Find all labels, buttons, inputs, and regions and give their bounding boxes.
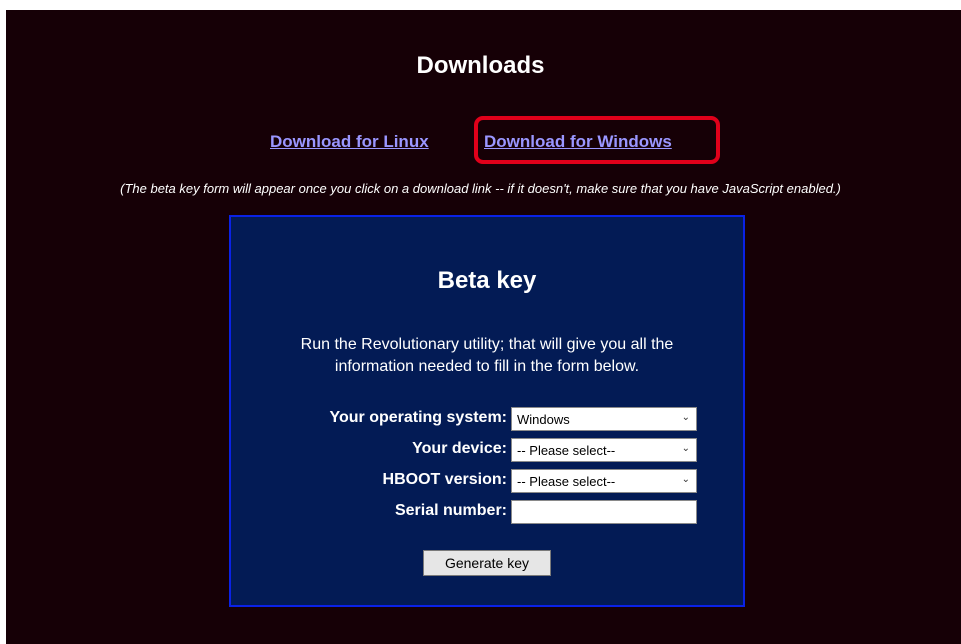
device-label: Your device:	[412, 440, 507, 457]
os-row: Your operating system: Windows ⌄	[231, 407, 743, 433]
os-select[interactable]: Windows ⌄	[511, 407, 697, 431]
chevron-down-icon: ⌄	[681, 474, 690, 485]
download-linux-link[interactable]: Download for Linux	[270, 132, 429, 152]
hboot-label: HBOOT version:	[382, 471, 507, 488]
device-select-value: -- Please select--	[517, 443, 616, 458]
serial-label: Serial number:	[394, 502, 507, 519]
serial-row: Serial number:	[231, 500, 743, 526]
hboot-select-value: -- Please select--	[517, 474, 616, 489]
hboot-row: HBOOT version: -- Please select-- ⌄	[231, 469, 743, 495]
serial-number-input[interactable]	[511, 500, 697, 524]
device-select[interactable]: -- Please select-- ⌄	[511, 438, 697, 462]
hboot-select[interactable]: -- Please select-- ⌄	[511, 469, 697, 493]
beta-key-description: Run the Revolutionary utility; that will…	[300, 336, 674, 375]
beta-key-title: Beta key	[437, 267, 537, 294]
chevron-down-icon: ⌄	[681, 412, 690, 423]
os-select-value: Windows	[517, 412, 570, 427]
beta-key-panel: Beta key Run the Revolutionary utility; …	[229, 215, 745, 607]
download-windows-link[interactable]: Download for Windows	[484, 132, 672, 152]
download-links: Download for Linux Download for Windows	[0, 0, 961, 180]
os-label: Your operating system:	[329, 409, 507, 426]
generate-key-button[interactable]: Generate key	[423, 550, 551, 576]
javascript-hint: (The beta key form will appear once you …	[120, 181, 841, 196]
chevron-down-icon: ⌄	[681, 443, 690, 454]
device-row: Your device: -- Please select-- ⌄	[231, 438, 743, 464]
